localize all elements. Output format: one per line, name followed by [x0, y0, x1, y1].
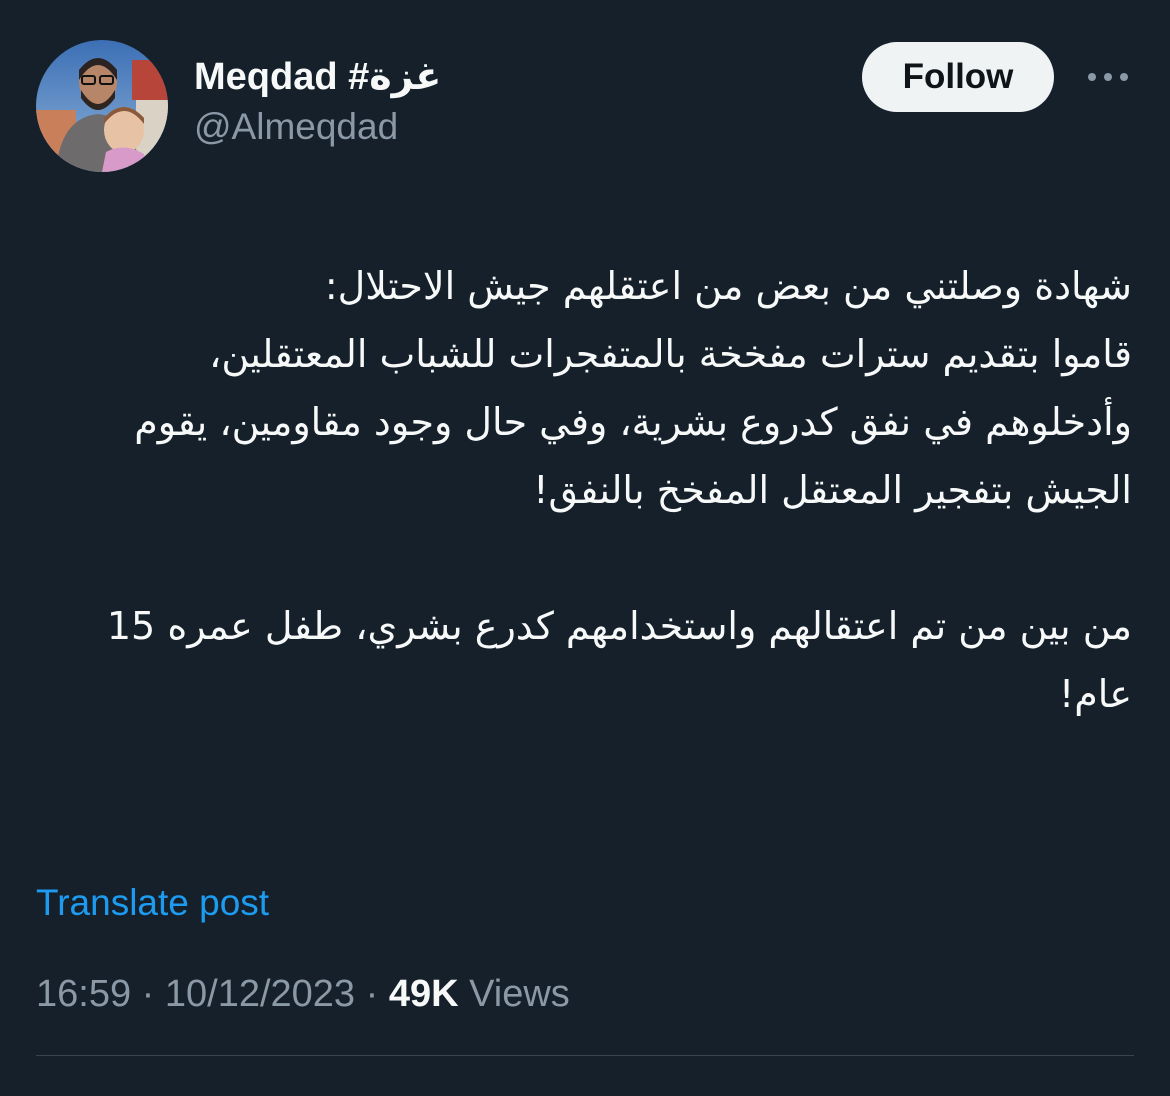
translate-post-link[interactable]: Translate post [36, 878, 269, 928]
tweet-date[interactable]: 10/12/2023 [165, 973, 355, 1015]
divider [36, 1055, 1134, 1056]
user-names: Meqdad #غزة @Almeqdad [194, 54, 441, 152]
ellipsis-icon [1088, 73, 1128, 81]
tweet-text: شهادة وصلتني من بعض من اعتقلهم جيش الاحت… [60, 252, 1132, 728]
tweet-header: Meqdad #غزة @Almeqdad Follow [36, 40, 1134, 172]
tweet-paragraph: من بين من تم اعتقالهم واستخدامهم كدرع بش… [106, 604, 1132, 716]
user-handle[interactable]: @Almeqdad [194, 102, 441, 152]
tweet-meta: 16:59 · 10/12/2023 · 49K Views [36, 968, 570, 1020]
tweet-time[interactable]: 16:59 [36, 973, 131, 1015]
meta-separator: · [131, 973, 165, 1015]
tweet-paragraph: شهادة وصلتني من بعض من اعتقلهم جيش الاحت… [134, 264, 1132, 512]
views-count[interactable]: 49K [389, 973, 459, 1015]
display-name[interactable]: Meqdad #غزة [194, 54, 441, 100]
avatar[interactable] [36, 40, 168, 172]
avatar-image [36, 40, 168, 172]
views-label: Views [469, 973, 570, 1015]
more-options-button[interactable] [1082, 58, 1134, 96]
meta-separator: · [355, 973, 389, 1015]
follow-button[interactable]: Follow [862, 42, 1054, 112]
